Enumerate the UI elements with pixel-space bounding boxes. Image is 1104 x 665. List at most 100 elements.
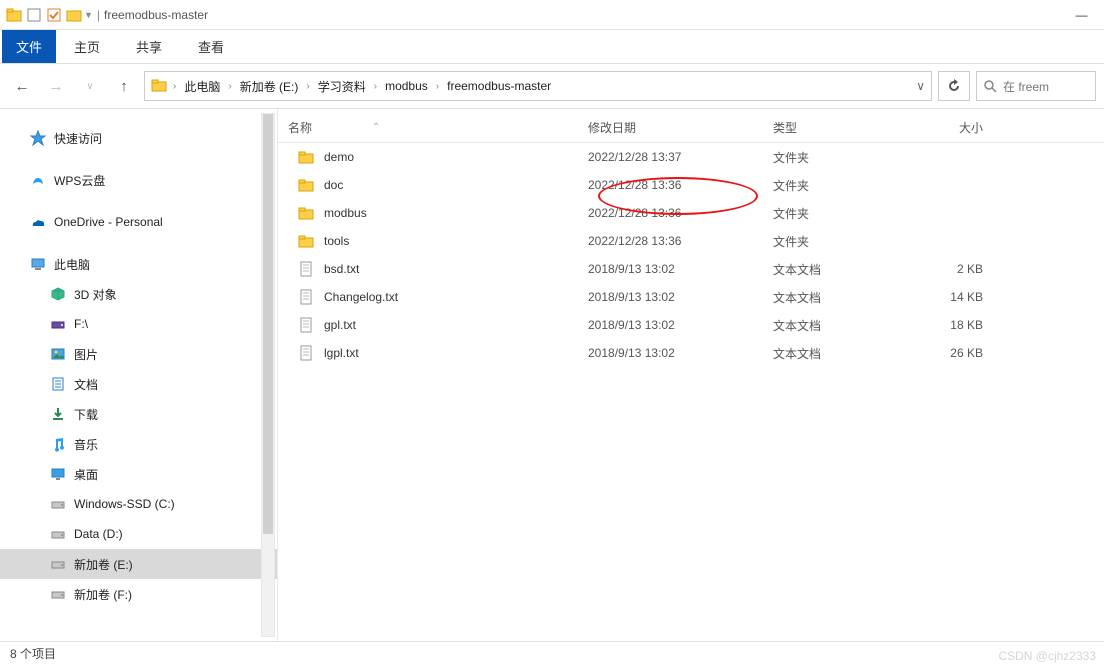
breadcrumb-item[interactable]: 新加卷 (E:) <box>238 78 301 95</box>
sidebar-item-label: 快速访问 <box>54 130 102 147</box>
folder-icon <box>298 233 314 249</box>
chevron-down-icon[interactable]: ▼ <box>84 10 93 20</box>
app-icon <box>6 7 22 23</box>
file-size: 14 KB <box>913 290 1003 304</box>
titlebar: ▼ | freemodbus-master — <box>0 0 1104 30</box>
ribbon-file[interactable]: 文件 <box>2 30 56 63</box>
save-icon[interactable] <box>26 7 42 23</box>
sidebar-item[interactable]: 文档 <box>0 369 277 399</box>
file-type: 文本文档 <box>773 289 913 306</box>
sidebar-item[interactable]: Windows-SSD (C:) <box>0 489 277 519</box>
recent-dropdown[interactable]: ∨ <box>76 72 104 100</box>
file-icon <box>298 289 314 305</box>
sidebar-item[interactable]: Data (D:) <box>0 519 277 549</box>
breadcrumb-item[interactable]: modbus <box>383 79 430 93</box>
header-size[interactable]: 大小 <box>913 119 1003 136</box>
forward-button[interactable]: → <box>42 72 70 100</box>
sidebar-item[interactable]: 图片 <box>0 339 277 369</box>
file-row[interactable]: modbus2022/12/28 13:36文件夹 <box>278 199 1104 227</box>
file-icon <box>298 261 314 277</box>
file-date: 2022/12/28 13:36 <box>588 234 773 248</box>
docs-icon <box>50 376 66 392</box>
music-icon <box>50 436 66 452</box>
navbar: ← → ∨ ↑ › 此电脑 › 新加卷 (E:) › 学习资料 › modbus… <box>0 64 1104 109</box>
file-date: 2018/9/13 13:02 <box>588 262 773 276</box>
refresh-button[interactable] <box>938 71 970 101</box>
disk-icon <box>50 556 66 572</box>
up-button[interactable]: ↑ <box>110 72 138 100</box>
sidebar-item[interactable]: 新加卷 (E:) <box>0 549 277 579</box>
ribbon-tab-share[interactable]: 共享 <box>118 30 180 63</box>
search-input[interactable]: 在 freem <box>976 71 1096 101</box>
main-content: 快速访问 WPS云盘 OneDrive - Personal 此电脑 3D 对象 F:\ 图… <box>0 109 1104 641</box>
sidebar-item[interactable]: F:\ <box>0 309 277 339</box>
column-headers: 名称 ⌃ 修改日期 类型 大小 <box>278 113 1104 143</box>
title-divider: | <box>97 8 100 22</box>
sidebar-item-label: Windows-SSD (C:) <box>74 497 175 511</box>
disk-icon <box>50 526 66 542</box>
file-type: 文本文档 <box>773 317 913 334</box>
back-button[interactable]: ← <box>8 72 36 100</box>
sidebar-item[interactable]: OneDrive - Personal <box>0 207 277 237</box>
file-size: 26 KB <box>913 346 1003 360</box>
sidebar-item-label: WPS云盘 <box>54 172 105 189</box>
sidebar-item-label: 此电脑 <box>54 256 90 273</box>
sidebar-item[interactable]: 3D 对象 <box>0 279 277 309</box>
ribbon: 文件 主页 共享 查看 <box>0 30 1104 64</box>
breadcrumb-item[interactable]: 学习资料 <box>316 78 368 95</box>
chevron-right-icon[interactable]: › <box>372 81 379 92</box>
sidebar-item-label: F:\ <box>74 317 88 331</box>
file-date: 2022/12/28 13:37 <box>588 150 773 164</box>
header-date[interactable]: 修改日期 <box>588 119 773 136</box>
folder-icon[interactable] <box>66 7 82 23</box>
file-row[interactable]: gpl.txt2018/9/13 13:02文本文档18 KB <box>278 311 1104 339</box>
sidebar-scrollbar[interactable] <box>261 113 275 637</box>
sidebar-item[interactable]: 快速访问 <box>0 123 277 153</box>
sidebar-item[interactable]: 新加卷 (F:) <box>0 579 277 609</box>
sidebar-item-label: 下载 <box>74 406 98 423</box>
sidebar-item[interactable]: 音乐 <box>0 429 277 459</box>
header-name[interactable]: 名称 ⌃ <box>288 119 588 136</box>
checkbox-icon[interactable] <box>46 7 62 23</box>
status-bar: 8 个项目 <box>0 641 1104 665</box>
file-row[interactable]: bsd.txt2018/9/13 13:02文本文档2 KB <box>278 255 1104 283</box>
3d-icon <box>50 286 66 302</box>
file-type: 文本文档 <box>773 345 913 362</box>
search-icon <box>983 79 997 93</box>
sidebar-item[interactable]: 此电脑 <box>0 249 277 279</box>
breadcrumb-item[interactable]: 此电脑 <box>182 78 222 95</box>
sidebar-item[interactable]: WPS云盘 <box>0 165 277 195</box>
sidebar-item-label: 新加卷 (E:) <box>74 556 133 573</box>
chevron-right-icon[interactable]: › <box>171 81 178 92</box>
window-title: freemodbus-master <box>104 8 208 22</box>
chevron-right-icon[interactable]: › <box>434 81 441 92</box>
file-row[interactable]: lgpl.txt2018/9/13 13:02文本文档26 KB <box>278 339 1104 367</box>
chevron-right-icon[interactable]: › <box>226 81 233 92</box>
header-type[interactable]: 类型 <box>773 119 913 136</box>
ribbon-tab-home[interactable]: 主页 <box>56 30 118 63</box>
chevron-right-icon[interactable]: › <box>304 81 311 92</box>
file-row[interactable]: tools 2022/12/28 13:36文件夹 <box>278 227 1104 255</box>
minimize-button[interactable]: — <box>1059 0 1104 30</box>
breadcrumb-item[interactable]: freemodbus-master <box>445 79 553 93</box>
status-text: 8 个项目 <box>10 645 56 662</box>
file-name: Changelog.txt <box>324 290 398 304</box>
sidebar-item[interactable]: 桌面 <box>0 459 277 489</box>
sidebar: 快速访问 WPS云盘 OneDrive - Personal 此电脑 3D 对象 F:\ 图… <box>0 109 278 641</box>
sidebar-item-label: OneDrive - Personal <box>54 215 163 229</box>
file-row[interactable]: demo2022/12/28 13:37文件夹 <box>278 143 1104 171</box>
file-row[interactable]: doc2022/12/28 13:36文件夹 <box>278 171 1104 199</box>
sidebar-item[interactable]: 下载 <box>0 399 277 429</box>
wps-icon <box>30 172 46 188</box>
file-name: tools <box>324 234 349 248</box>
file-row[interactable]: Changelog.txt2018/9/13 13:02文本文档14 KB <box>278 283 1104 311</box>
folder-icon <box>298 205 314 221</box>
file-type: 文件夹 <box>773 205 913 222</box>
watermark: CSDN @cjhz2333 <box>998 649 1096 663</box>
file-name: gpl.txt <box>324 318 356 332</box>
ribbon-tab-view[interactable]: 查看 <box>180 30 242 63</box>
chevron-down-icon[interactable]: ∨ <box>916 79 925 93</box>
scrollbar-thumb[interactable] <box>263 114 273 534</box>
file-type: 文件夹 <box>773 233 913 250</box>
address-bar[interactable]: › 此电脑 › 新加卷 (E:) › 学习资料 › modbus › freem… <box>144 71 932 101</box>
